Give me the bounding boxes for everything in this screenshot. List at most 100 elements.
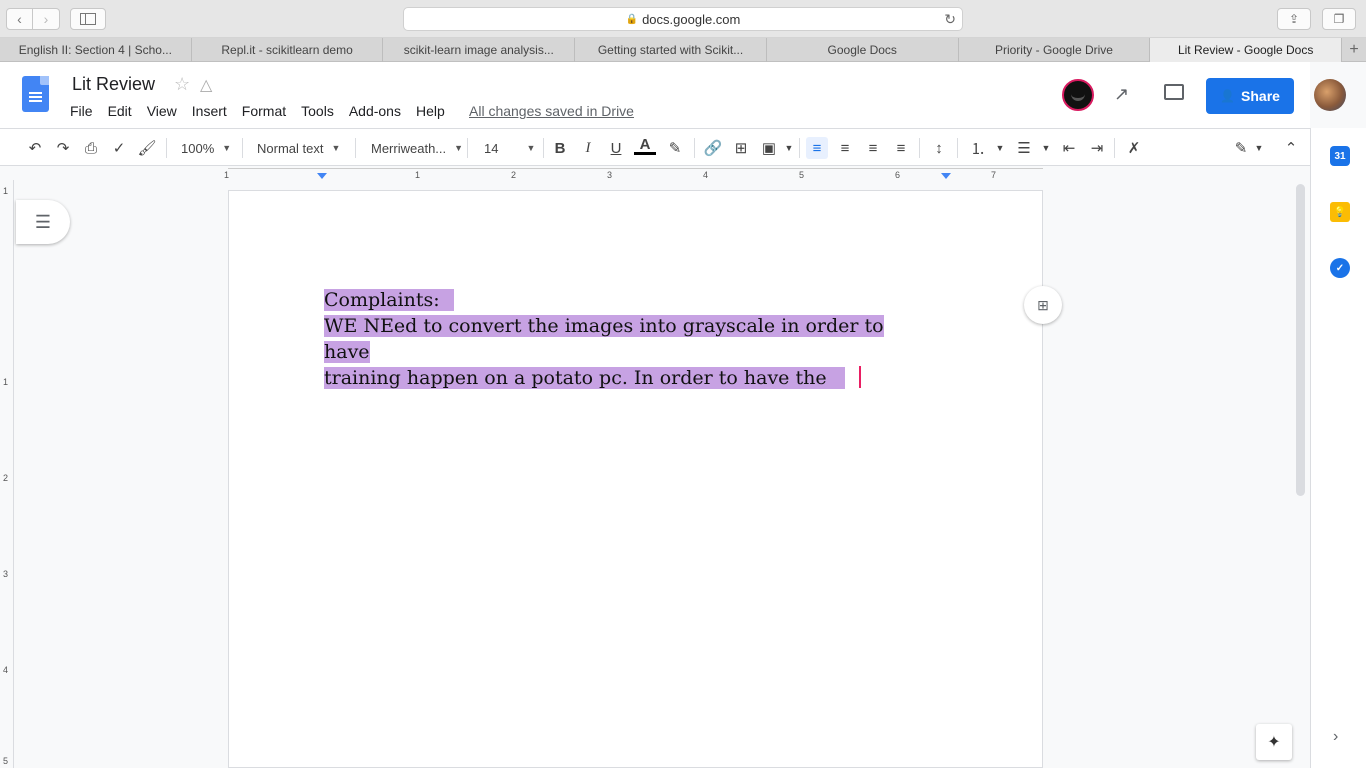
browser-tab[interactable]: Repl.it - scikitlearn demo (192, 38, 384, 62)
reload-icon[interactable]: ↻ (944, 11, 956, 28)
style-select[interactable]: Normal text ▼ (257, 137, 340, 159)
chevron-down-icon: ▼ (331, 143, 341, 153)
save-status-link[interactable]: All changes saved in Drive (469, 103, 634, 119)
chevron-down-icon[interactable]: ▼ (1035, 137, 1057, 159)
side-panel: 31 💡 ✓ › (1310, 128, 1366, 768)
user-avatar[interactable] (1314, 79, 1346, 111)
align-left-icon[interactable]: ≡ (806, 137, 828, 159)
text-cursor (858, 366, 861, 388)
chevron-down-icon[interactable]: ▼ (778, 137, 800, 159)
menu-addons[interactable]: Add-ons (349, 103, 401, 119)
share-button[interactable]: 👤 Share (1206, 78, 1294, 114)
keep-icon[interactable]: 💡 (1330, 202, 1350, 222)
tab-strip: English II: Section 4 | Scho... Repl.it … (0, 38, 1366, 62)
menu-edit[interactable]: Edit (108, 103, 132, 119)
menu-help[interactable]: Help (416, 103, 445, 119)
menu-tools[interactable]: Tools (301, 103, 334, 119)
ruler-number: 1 (224, 170, 230, 180)
share-icon[interactable]: ⇪ (1277, 8, 1311, 30)
italic-button[interactable]: I (577, 137, 599, 159)
chevron-down-icon[interactable]: ▼ (989, 137, 1011, 159)
font-size-select[interactable]: 14 ▼ (484, 137, 535, 159)
ruler-number: 2 (511, 170, 517, 180)
collapse-menus-icon[interactable]: ⌃ (1280, 137, 1302, 159)
browser-tab[interactable]: scikit-learn image analysis... (383, 38, 576, 62)
decrease-indent-icon[interactable]: ⇤ (1058, 137, 1080, 159)
lock-icon: 🔒 (625, 13, 639, 25)
left-indent-marker[interactable] (317, 173, 327, 179)
ruler-number: 7 (991, 170, 997, 180)
undo-icon[interactable]: ↶ (24, 137, 46, 159)
browser-tab[interactable]: Getting started with Scikit... (575, 38, 767, 62)
zoom-select[interactable]: 100% ▼ (181, 137, 231, 159)
redo-icon[interactable]: ↷ (52, 137, 74, 159)
paint-format-icon[interactable]: 🖌 (136, 137, 158, 159)
calendar-icon[interactable]: 31 (1330, 146, 1350, 166)
clear-formatting-icon[interactable]: ✗ (1123, 137, 1145, 159)
print-icon[interactable]: ⎙ (80, 137, 102, 159)
document-page[interactable]: Complaints: WE NEed to convert the image… (228, 190, 1043, 768)
address-bar[interactable]: 🔒 docs.google.com ↻ (403, 7, 963, 31)
comment-history-icon[interactable] (1164, 84, 1184, 100)
align-center-icon[interactable]: ≡ (834, 137, 856, 159)
collaborator-avatar[interactable] (1062, 79, 1094, 111)
vertical-ruler: 1 1 2 3 4 5 (0, 180, 14, 768)
show-tabs-icon[interactable]: ❐ (1322, 8, 1356, 30)
justify-icon[interactable]: ≡ (890, 137, 912, 159)
ruler-number: 1 (3, 377, 9, 387)
tasks-icon[interactable]: ✓ (1330, 258, 1350, 278)
document-title[interactable]: Lit Review (72, 74, 155, 95)
bold-button[interactable]: B (549, 137, 571, 159)
chevron-down-icon: ▼ (222, 143, 232, 153)
increase-indent-icon[interactable]: ⇥ (1086, 137, 1108, 159)
add-comment-icon[interactable]: ⊞ (730, 137, 752, 159)
sidebar-icon (80, 13, 96, 25)
ruler-number: 4 (3, 665, 9, 675)
activity-dashboard-icon[interactable]: ↗ (1114, 84, 1129, 105)
underline-button[interactable]: U (605, 137, 627, 159)
browser-tab[interactable]: English II: Section 4 | Scho... (0, 38, 192, 62)
insert-image-icon[interactable]: ▣ (758, 137, 780, 159)
highlight-color-icon[interactable]: ✎ (664, 137, 686, 159)
move-to-drive-icon[interactable]: △ (200, 75, 212, 95)
chevron-down-icon[interactable]: ▼ (1248, 137, 1270, 159)
paragraph-line: WE NEed to convert the images into grays… (324, 315, 884, 363)
insert-link-icon[interactable]: 🔗 (702, 137, 724, 159)
browser-tab[interactable]: Google Docs (767, 38, 959, 62)
text-color-button[interactable]: A (634, 136, 656, 155)
menu-file[interactable]: File (70, 103, 93, 119)
back-button[interactable]: ‹ (6, 8, 33, 30)
ruler-number: 5 (3, 756, 9, 766)
right-indent-marker[interactable] (941, 173, 951, 179)
menu-format[interactable]: Format (242, 103, 286, 119)
ruler-number: 1 (415, 170, 421, 180)
forward-button[interactable]: › (33, 8, 60, 30)
add-comment-button[interactable]: ⊞ (1024, 286, 1062, 324)
align-right-icon[interactable]: ≡ (862, 137, 884, 159)
vertical-scrollbar[interactable] (1296, 184, 1305, 496)
font-select[interactable]: Merriweath... ▼ (371, 137, 463, 159)
sidebar-toggle-button[interactable] (70, 8, 106, 30)
docs-logo-icon[interactable] (22, 76, 49, 112)
new-tab-button[interactable]: + (1342, 38, 1366, 62)
menu-bar: File Edit View Insert Format Tools Add-o… (70, 103, 460, 119)
chevron-right-icon[interactable]: › (1333, 728, 1338, 746)
menu-view[interactable]: View (147, 103, 177, 119)
chevron-down-icon: ▼ (454, 143, 464, 153)
browser-tab[interactable]: Priority - Google Drive (959, 38, 1151, 62)
menu-insert[interactable]: Insert (192, 103, 227, 119)
numbered-list-icon[interactable]: ⒈ (967, 137, 989, 159)
star-icon[interactable]: ☆ (174, 74, 190, 95)
nav-buttons: ‹ › (6, 8, 60, 30)
document-outline-icon[interactable]: ☰ (16, 200, 70, 244)
document-body[interactable]: Complaints: WE NEed to convert the image… (324, 287, 914, 391)
bulleted-list-icon[interactable]: ☰ (1013, 137, 1035, 159)
explore-icon[interactable]: ✦ (1256, 724, 1292, 760)
chevron-down-icon: ▼ (526, 143, 536, 153)
spellcheck-icon[interactable]: ✓ (108, 137, 130, 159)
line-spacing-icon[interactable]: ↕ (928, 137, 950, 159)
browser-tab-active[interactable]: Lit Review - Google Docs (1150, 38, 1343, 62)
ruler-number: 3 (3, 569, 9, 579)
paragraph-line: Complaints: (324, 289, 440, 311)
horizontal-ruler: 1 1 2 3 4 5 6 7 (0, 166, 1310, 180)
